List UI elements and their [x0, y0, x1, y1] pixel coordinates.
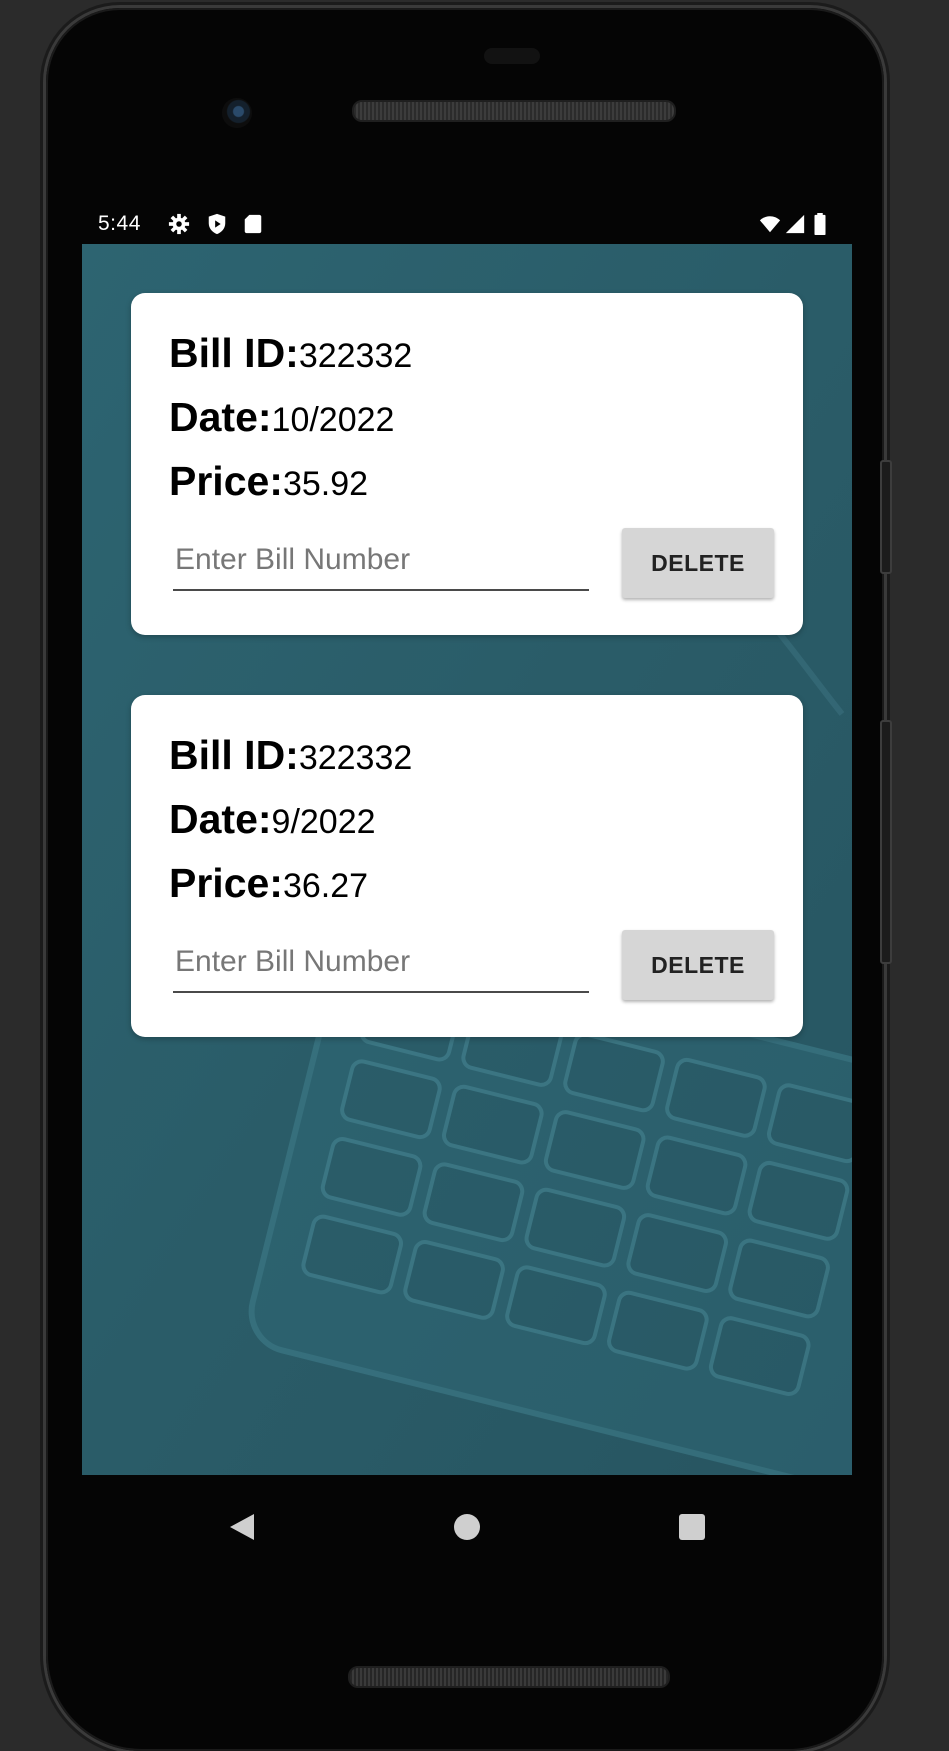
earpiece-speaker — [352, 100, 676, 122]
bill-price-value: 35.92 — [282, 465, 369, 503]
power-button[interactable] — [880, 460, 892, 574]
home-icon — [454, 1514, 480, 1540]
delete-button[interactable]: DELETE — [622, 528, 774, 598]
proximity-sensor — [484, 48, 540, 64]
bill-id-row: Bill ID:322332 — [169, 732, 412, 779]
bill-id-label: Bill ID: — [169, 732, 299, 778]
bill-id-value: 322332 — [298, 739, 413, 777]
bill-id-value: 322332 — [298, 337, 413, 375]
bill-date-label: Date: — [169, 796, 272, 842]
bill-date-row: Date:10/2022 — [169, 394, 394, 441]
bill-date-label: Date: — [169, 394, 272, 440]
recents-icon — [679, 1514, 705, 1540]
status-bar: 5:44 — [82, 204, 852, 244]
bill-price-row: Price:36.27 — [169, 860, 368, 907]
shield-icon — [208, 213, 226, 235]
bill-price-row: Price:35.92 — [169, 458, 368, 505]
bill-id-label: Bill ID: — [169, 330, 299, 376]
navigation-bar — [82, 1475, 852, 1585]
delete-button[interactable]: DELETE — [622, 930, 774, 1000]
bill-price-label: Price: — [169, 458, 283, 504]
recents-button[interactable] — [662, 1497, 722, 1557]
bill-date-value: 10/2022 — [271, 401, 395, 439]
sd-card-icon — [244, 214, 262, 234]
front-camera — [222, 98, 252, 128]
emulator-stage: 5:44 Bill ID:322332 Date:10/2022 Price:3… — [0, 0, 949, 1751]
status-time: 5:44 — [98, 212, 141, 235]
bill-date-row: Date:9/2022 — [169, 796, 376, 843]
bill-number-input[interactable] — [173, 939, 589, 993]
bill-card: Bill ID:322332 Date:10/2022 Price:35.92 … — [131, 293, 803, 635]
bill-price-label: Price: — [169, 860, 283, 906]
back-icon — [230, 1514, 254, 1540]
bill-card: Bill ID:322332 Date:9/2022 Price:36.27 D… — [131, 695, 803, 1037]
signal-icon — [785, 214, 805, 234]
volume-button[interactable] — [880, 720, 892, 964]
wifi-icon — [759, 216, 781, 233]
bill-date-value: 9/2022 — [271, 803, 376, 841]
bill-id-row: Bill ID:322332 — [169, 330, 412, 377]
battery-icon — [814, 213, 826, 235]
home-button[interactable] — [437, 1497, 497, 1557]
back-button[interactable] — [212, 1497, 272, 1557]
gear-icon — [168, 213, 190, 235]
app-screen: Bill ID:322332 Date:10/2022 Price:35.92 … — [82, 244, 852, 1475]
bill-price-value: 36.27 — [282, 867, 369, 905]
bill-number-input[interactable] — [173, 537, 589, 591]
bottom-speaker — [348, 1666, 670, 1688]
